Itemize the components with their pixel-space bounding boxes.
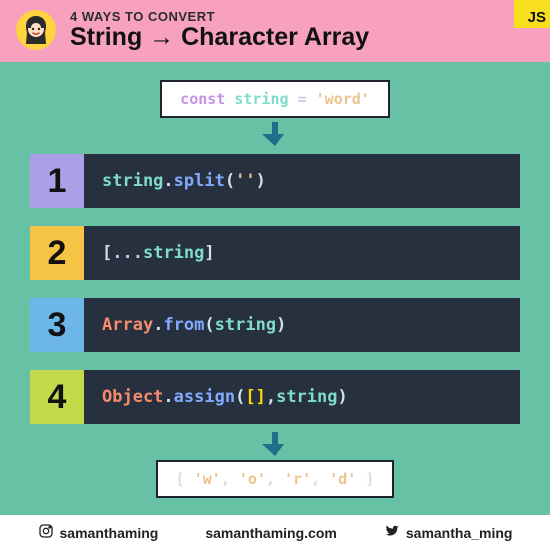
instagram-handle: samanthaming	[38, 523, 159, 542]
website-link: samanthaming.com	[205, 525, 336, 541]
methods-list: 1string.split('')2[...string]3Array.from…	[30, 154, 520, 424]
arrow-down-icon	[261, 430, 289, 458]
header-bar: 4 WAYS TO CONVERT String → Character Arr…	[0, 0, 550, 62]
method-row-1: 1string.split('')	[30, 154, 520, 208]
arrow-down-icon	[261, 120, 289, 148]
method-row-4: 4Object.assign([], string)	[30, 370, 520, 424]
method-number: 3	[30, 298, 84, 352]
twitter-icon	[384, 523, 400, 542]
method-row-2: 2[...string]	[30, 226, 520, 280]
header-title: String → Character Array	[70, 24, 369, 50]
author-avatar	[16, 10, 56, 50]
instagram-icon	[38, 523, 54, 542]
twitter-text: samantha_ming	[406, 525, 513, 541]
method-row-3: 3Array.from(string)	[30, 298, 520, 352]
twitter-handle: samantha_ming	[384, 523, 513, 542]
method-number: 4	[30, 370, 84, 424]
header-eyebrow: 4 WAYS TO CONVERT	[70, 10, 369, 24]
main-content: const string = 'word' 1string.split('')2…	[0, 62, 550, 515]
instagram-text: samanthaming	[60, 525, 159, 541]
footer-bar: samanthaming samanthaming.com samantha_m…	[0, 515, 550, 550]
method-code: Array.from(string)	[84, 298, 520, 352]
method-number: 2	[30, 226, 84, 280]
input-code: const string = 'word'	[160, 80, 390, 118]
output-code: [ 'w', 'o', 'r', 'd' ]	[156, 460, 395, 498]
method-code: string.split('')	[84, 154, 520, 208]
method-code: Object.assign([], string)	[84, 370, 520, 424]
method-code: [...string]	[84, 226, 520, 280]
js-badge: JS	[514, 0, 550, 28]
method-number: 1	[30, 154, 84, 208]
